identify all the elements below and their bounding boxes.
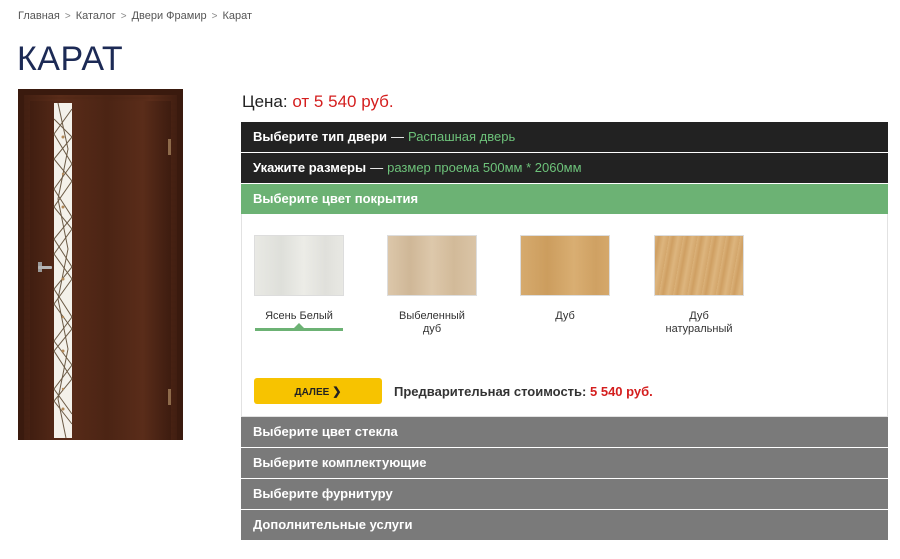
step-door-type[interactable]: Выберите тип двери — Распашная дверь: [241, 122, 888, 152]
step-hardware-header[interactable]: Выберите фурнитуру: [241, 479, 888, 509]
step-glass[interactable]: Выберите цвет стекла: [241, 417, 888, 447]
door-product-image: [18, 89, 183, 440]
swatch-oak[interactable]: Дуб: [520, 235, 610, 323]
swatch-tile: [654, 235, 744, 296]
swatch-name: Выбеленный дуб: [399, 310, 465, 335]
swatch-name: Дуб: [555, 310, 575, 322]
swatch-name: Ясень Белый: [265, 310, 333, 322]
step-components[interactable]: Выберите комплектующие: [241, 448, 888, 478]
breadcrumb-separator-icon: >: [211, 11, 218, 22]
step-hardware[interactable]: Выберите фурнитуру: [241, 479, 888, 509]
swatch-natural-oak[interactable]: Дуб натуральный: [654, 235, 744, 336]
step-sizes-value: размер проема 500мм * 2060мм: [387, 160, 582, 175]
step-door-type-value: Распашная дверь: [407, 129, 516, 144]
step-color-header[interactable]: Выберите цвет покрытия: [241, 184, 888, 214]
selected-indicator: [255, 323, 343, 331]
breadcrumb-home[interactable]: Главная: [18, 10, 60, 22]
price: Цена: от 5 540 руб.: [242, 92, 394, 112]
price-label: Цена:: [242, 92, 288, 111]
preliminary-cost: Предварительная стоимость: 5 540 руб.: [394, 384, 653, 399]
swatch-tile: [520, 235, 610, 296]
swatch-bleached-oak[interactable]: Выбеленный дуб: [387, 235, 477, 336]
step-sizes-label: Укажите размеры: [253, 160, 367, 175]
step-sizes-header[interactable]: Укажите размеры — размер проема 500мм * 20…: [241, 153, 888, 183]
swatch-yasen-white[interactable]: Ясень Белый: [254, 235, 344, 331]
step-separator: —: [390, 129, 404, 144]
breadcrumb: Главная > Каталог > Двери Фрамир > Карат: [18, 10, 252, 22]
swatch-tile: [387, 235, 477, 296]
page-title: КАРАТ: [17, 40, 124, 78]
swatch-name: Дуб натуральный: [665, 310, 733, 335]
step-separator: —: [370, 160, 384, 175]
swatch-tile: [254, 235, 344, 296]
preliminary-cost-value: 5 540 руб.: [590, 384, 653, 399]
step-door-type-header[interactable]: Выберите тип двери — Распашная дверь: [241, 122, 888, 152]
step-glass-header[interactable]: Выберите цвет стекла: [241, 417, 888, 447]
next-button-label: ДАЛЕЕ: [294, 386, 330, 398]
price-value: от 5 540 руб.: [292, 92, 394, 111]
next-button[interactable]: ДАЛЕЕ ❯: [254, 378, 382, 404]
step-services[interactable]: Дополнительные услуги: [241, 510, 888, 540]
breadcrumb-separator-icon: >: [120, 11, 127, 22]
chevron-right-icon: ❯: [332, 385, 342, 398]
preliminary-cost-label: Предварительная стоимость:: [394, 384, 587, 399]
breadcrumb-catalog[interactable]: Каталог: [76, 10, 116, 22]
color-options-panel: Ясень Белый Выбеленный дуб Дуб Дуб натур…: [241, 214, 888, 417]
step-sizes[interactable]: Укажите размеры — размер проема 500мм * 20…: [241, 153, 888, 183]
step-door-type-label: Выберите тип двери: [253, 129, 387, 144]
step-components-header[interactable]: Выберите комплектующие: [241, 448, 888, 478]
breadcrumb-separator-icon: >: [64, 11, 71, 22]
step-color[interactable]: Выберите цвет покрытия: [241, 184, 888, 214]
step-services-header[interactable]: Дополнительные услуги: [241, 510, 888, 540]
breadcrumb-current: Карат: [222, 10, 252, 22]
breadcrumb-framir-doors[interactable]: Двери Фрамир: [132, 10, 207, 22]
